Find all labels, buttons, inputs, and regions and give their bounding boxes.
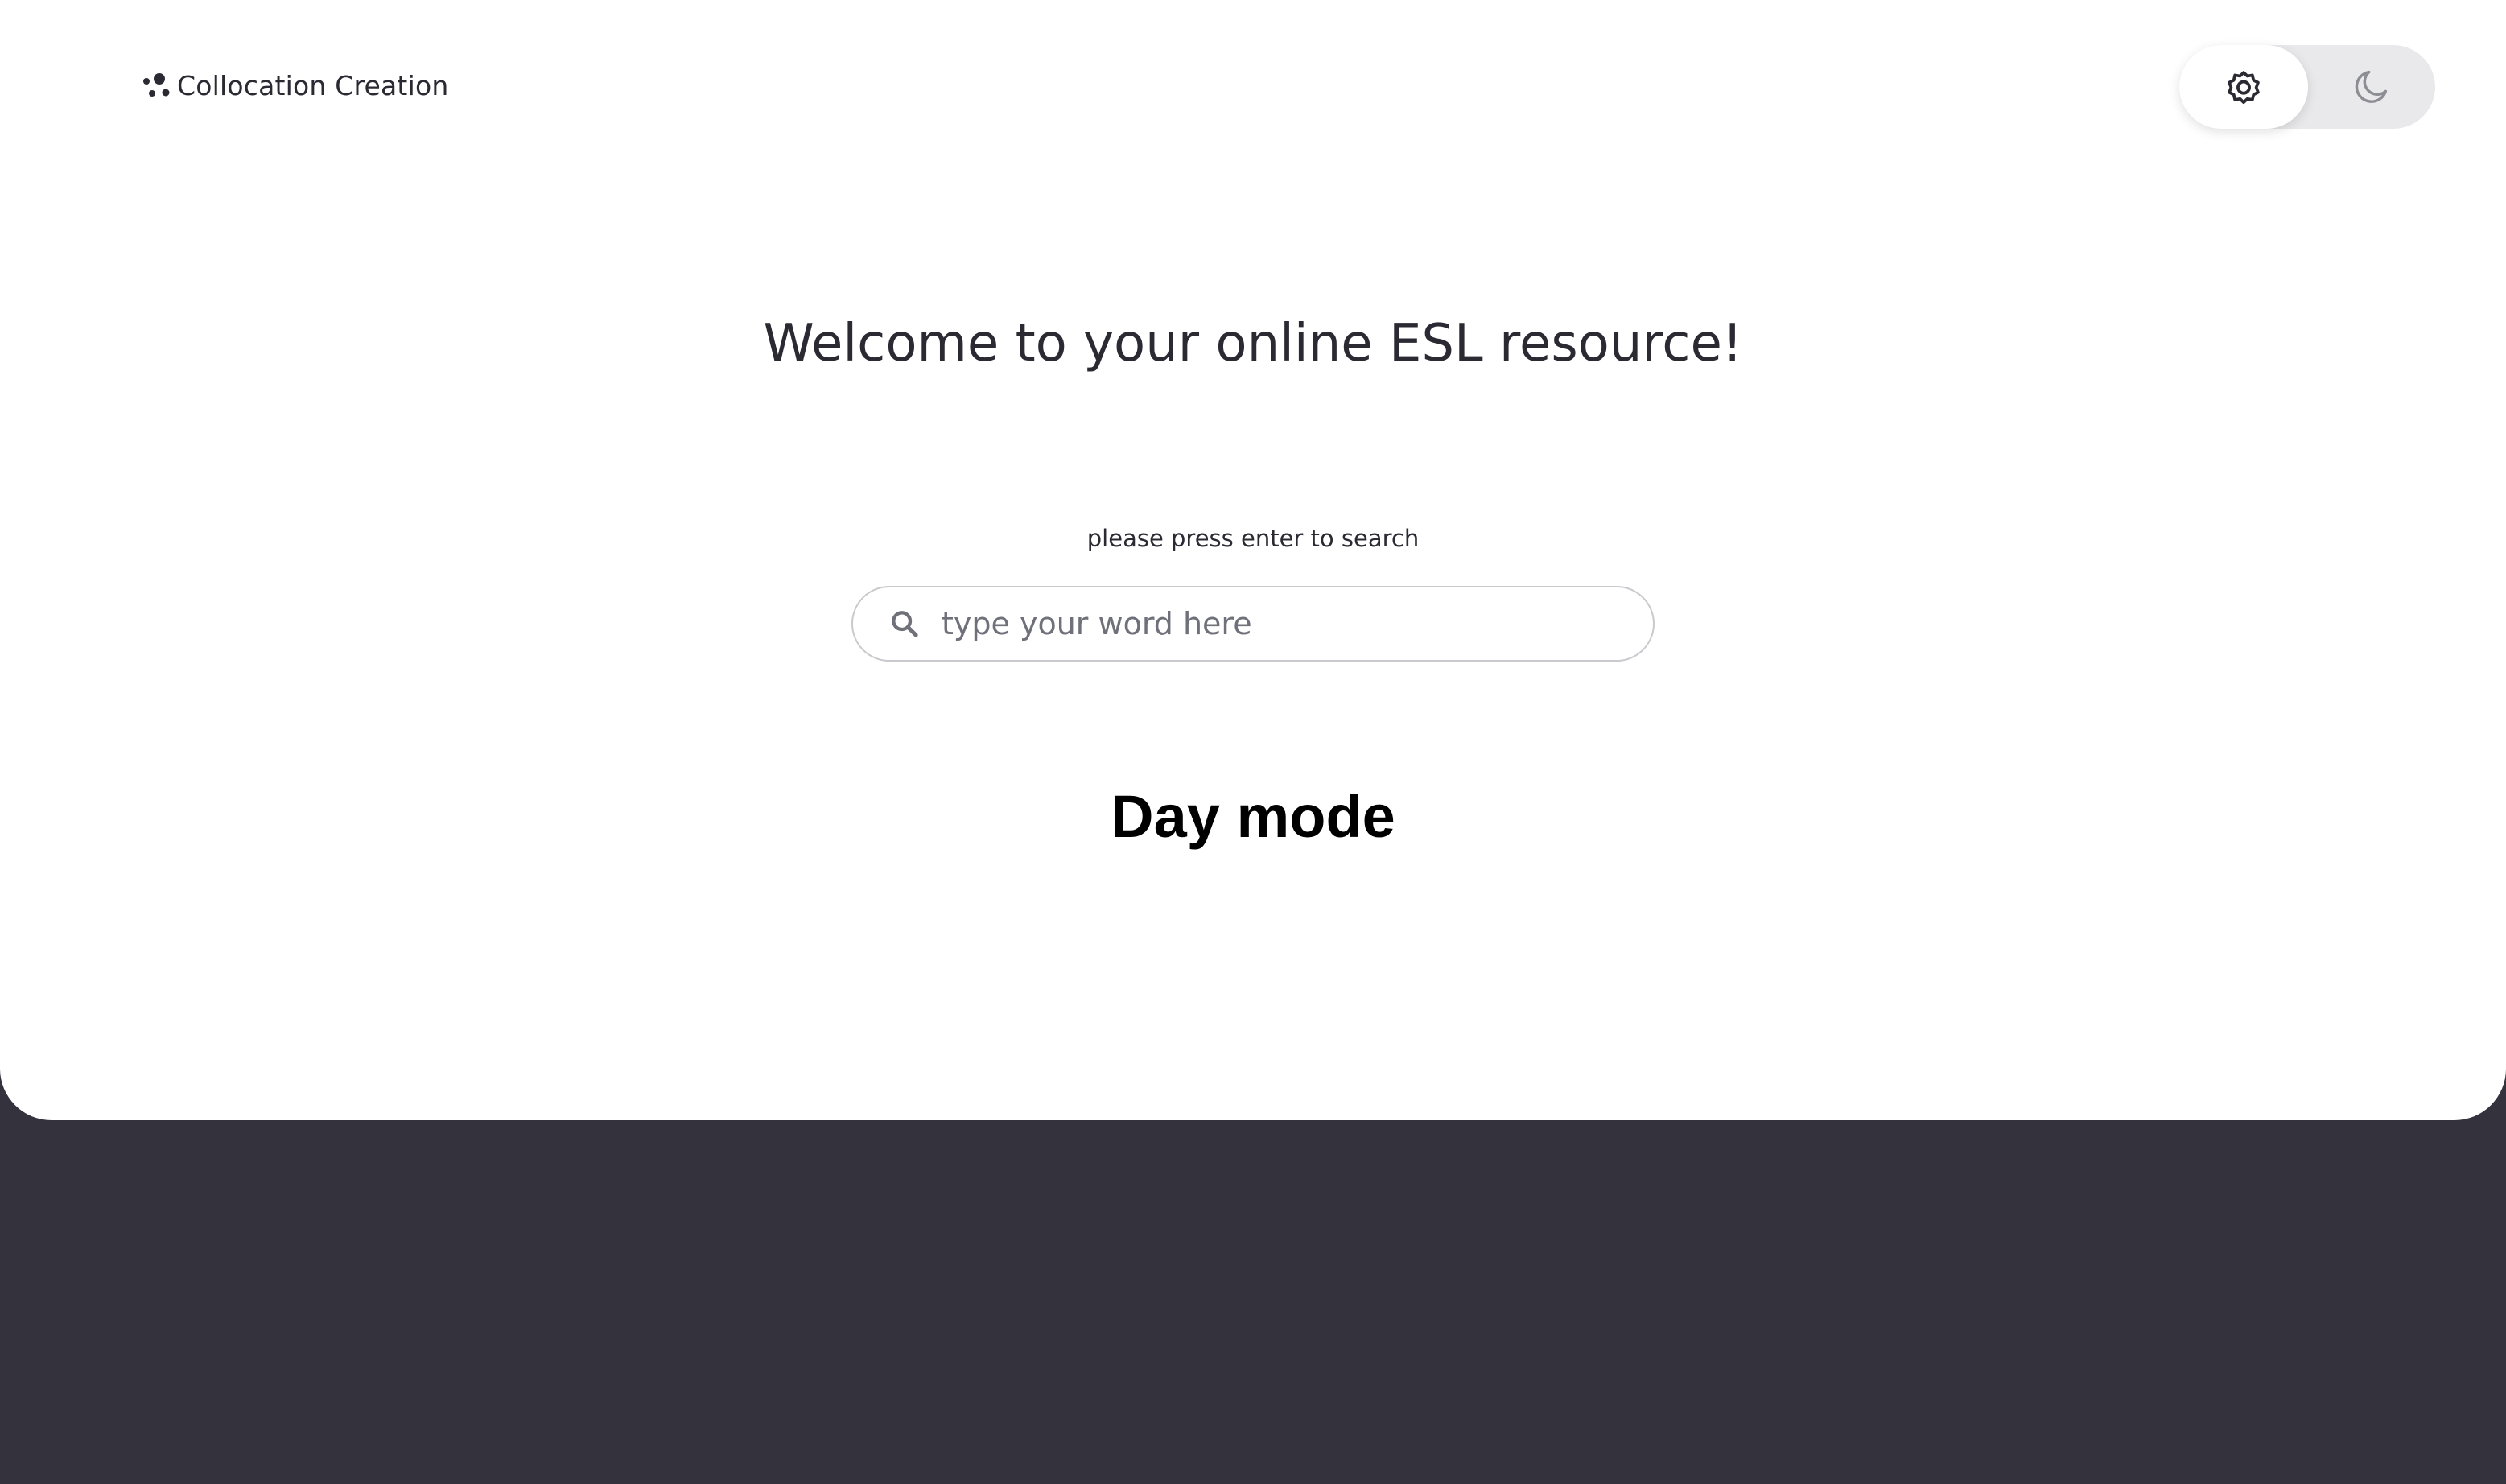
search-bar[interactable]: [851, 586, 1655, 662]
day-mode-button[interactable]: [2179, 45, 2308, 129]
logo[interactable]: Collocation Creation: [142, 66, 448, 105]
mode-label: Day mode: [1111, 783, 1395, 850]
moon-icon: [2355, 70, 2388, 103]
gear-sun-icon: [2228, 71, 2260, 105]
theme-toggle[interactable]: [2179, 45, 2435, 129]
search-input[interactable]: [942, 606, 1601, 641]
dots-logo-icon: [143, 73, 170, 97]
search-icon: [892, 611, 918, 637]
main-panel: Collocation Creation Welcome to your onl…: [0, 0, 2506, 1120]
logo-text: Collocation Creation: [177, 69, 449, 101]
search-hint: please press enter to search: [1086, 525, 1420, 552]
page-title: Welcome to your online ESL resource!: [763, 314, 1743, 373]
night-mode-button[interactable]: [2308, 45, 2435, 129]
page-footer-background: [0, 1120, 2506, 1484]
